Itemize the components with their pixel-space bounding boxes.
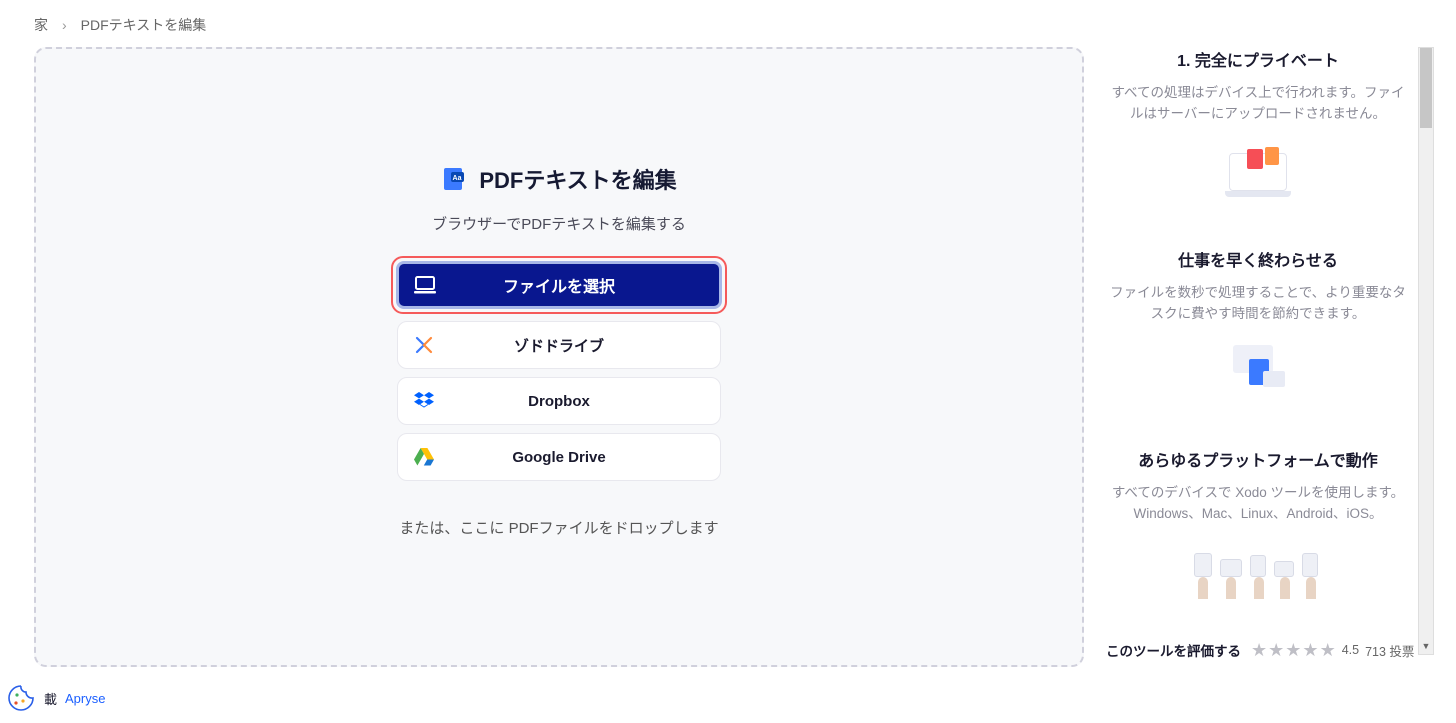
- svg-text:Aa: Aa: [453, 175, 462, 182]
- dropbox-label: Dropbox: [450, 393, 720, 410]
- dropbox-icon: [398, 392, 450, 410]
- scrollbar-thumb[interactable]: [1420, 48, 1432, 128]
- rating-bar: このツールを評価する ★ ★ ★ ★ ★ 4.5 713 投票: [1104, 633, 1416, 667]
- rating-value: 4.5: [1342, 643, 1359, 657]
- device-icon: [399, 276, 451, 294]
- footer-text: 載: [44, 689, 57, 708]
- cookie-icon[interactable]: [6, 683, 36, 713]
- xodo-drive-button[interactable]: ゾドドライブ: [397, 321, 721, 369]
- feature-fast: 仕事を早く終わらせる ファイルを数秒で処理することで、より重要なタスクに費やす時…: [1104, 247, 1412, 401]
- feature-title: 仕事を早く終わらせる: [1110, 247, 1406, 271]
- breadcrumb-current: PDFテキストを編集: [81, 15, 207, 35]
- footer-brand[interactable]: Apryse: [65, 691, 105, 706]
- pdf-edit-icon: Aa: [441, 166, 467, 192]
- drop-hint-text: または、ここに PDFファイルをドロップします: [399, 517, 718, 538]
- star-icon[interactable]: ★: [1251, 640, 1267, 661]
- footer: 載 Apryse: [6, 683, 105, 713]
- breadcrumb-separator-icon: ›: [62, 17, 67, 33]
- feature-platform-illustration: [1110, 539, 1406, 601]
- breadcrumb: 家 › PDFテキストを編集: [0, 0, 1456, 47]
- page-title: PDFテキストを編集: [479, 163, 676, 195]
- select-file-button[interactable]: ファイルを選択: [396, 261, 722, 309]
- feature-desc: すべての処理はデバイス上で行われます。ファイルはサーバーにアップロードされません…: [1110, 83, 1406, 125]
- star-icon[interactable]: ★: [1302, 640, 1318, 661]
- star-icon[interactable]: ★: [1268, 640, 1284, 661]
- feature-private: 1. 完全にプライベート すべての処理はデバイス上で行われます。ファイルはサーバ…: [1104, 47, 1412, 201]
- feature-title: 1. 完全にプライベート: [1110, 47, 1406, 71]
- select-file-label: ファイルを選択: [451, 273, 719, 297]
- scroll-down-icon[interactable]: ▼: [1419, 638, 1433, 654]
- google-drive-button[interactable]: Google Drive: [397, 433, 721, 481]
- feature-speed-illustration: [1110, 339, 1406, 401]
- xodo-drive-label: ゾドドライブ: [450, 335, 720, 356]
- rating-stars[interactable]: ★ ★ ★ ★ ★: [1251, 640, 1336, 661]
- feature-platform: あらゆるプラットフォームで動作 すべてのデバイスで Xodo ツールを使用します…: [1104, 447, 1412, 601]
- star-icon[interactable]: ★: [1320, 640, 1336, 661]
- feature-privacy-illustration: [1110, 139, 1406, 201]
- star-icon[interactable]: ★: [1285, 640, 1301, 661]
- feature-desc: すべてのデバイスで Xodo ツールを使用します。 Windows、Mac、Li…: [1110, 483, 1406, 525]
- scrollbar[interactable]: ▲ ▼: [1418, 47, 1434, 655]
- dropbox-button[interactable]: Dropbox: [397, 377, 721, 425]
- sidebar-scroll-area[interactable]: 1. 完全にプライベート すべての処理はデバイス上で行われます。ファイルはサーバ…: [1104, 47, 1416, 645]
- google-drive-label: Google Drive: [450, 449, 720, 466]
- breadcrumb-home[interactable]: 家: [34, 15, 48, 35]
- file-dropzone[interactable]: Aa PDFテキストを編集 ブラウザーでPDFテキストを編集する ファイルを選択…: [34, 47, 1084, 667]
- google-drive-icon: [398, 448, 450, 466]
- features-sidebar: 1. 完全にプライベート すべての処理はデバイス上で行われます。ファイルはサーバ…: [1104, 47, 1416, 667]
- feature-desc: ファイルを数秒で処理することで、より重要なタスクに費やす時間を節約できます。: [1110, 283, 1406, 325]
- rating-label: このツールを評価する: [1106, 640, 1241, 660]
- page-subtitle: ブラウザーでPDFテキストを編集する: [432, 213, 686, 234]
- feature-title: あらゆるプラットフォームで動作: [1110, 447, 1406, 471]
- xodo-drive-icon: [398, 335, 450, 355]
- rating-votes: 713 投票: [1365, 641, 1414, 660]
